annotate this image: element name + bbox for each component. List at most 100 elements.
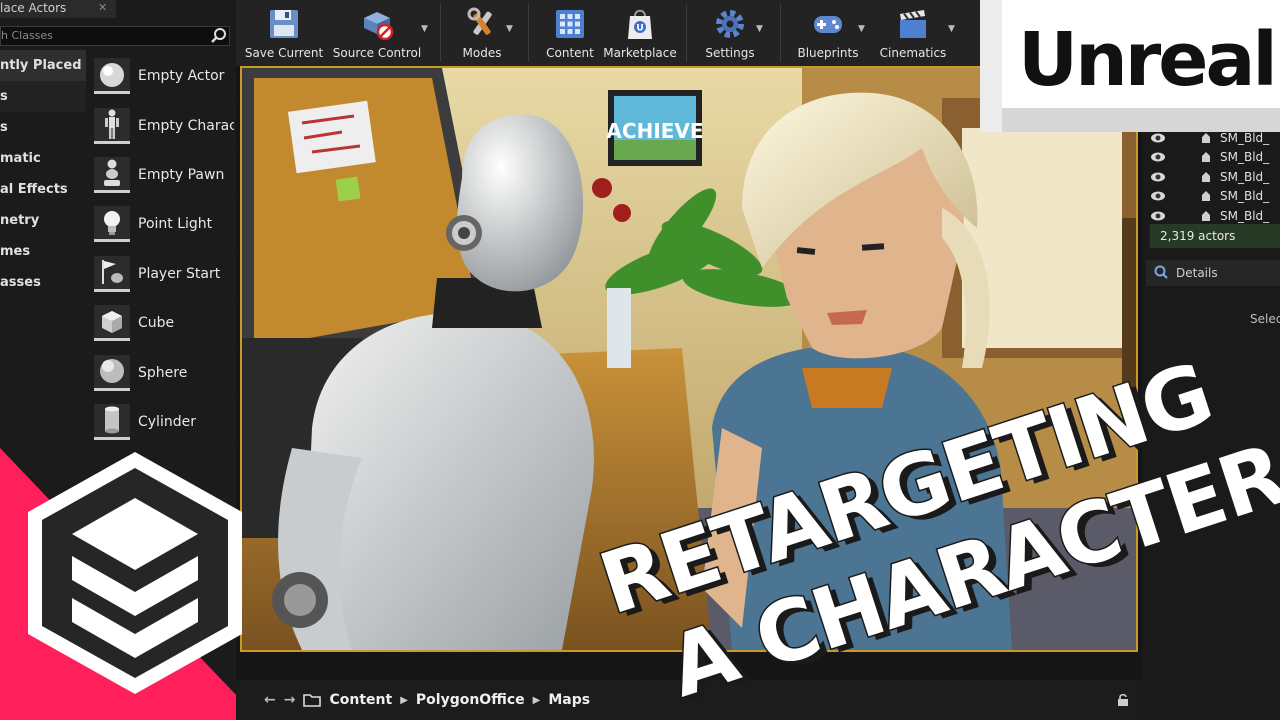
- breadcrumb: ← → Content ▶ PolygonOffice ▶ Maps: [264, 688, 590, 712]
- toolbar-separator: [780, 4, 781, 62]
- folder-icon: [303, 694, 322, 707]
- category-recently-placed[interactable]: ntly Placed: [0, 50, 86, 81]
- sphere-thumb-icon: [94, 58, 130, 95]
- settings-button[interactable]: Settings: [698, 0, 762, 66]
- source-control-button[interactable]: Source Control: [332, 0, 422, 66]
- outliner-row[interactable]: SM_Bld_: [1150, 206, 1280, 226]
- settings-label: Settings: [705, 46, 755, 60]
- back-arrow-icon[interactable]: ←: [264, 692, 276, 708]
- actor-item-label: Point Light: [138, 216, 213, 233]
- eye-icon[interactable]: [1150, 152, 1166, 162]
- static-mesh-icon: [1202, 152, 1210, 163]
- breadcrumb-item-content[interactable]: Content: [329, 692, 392, 708]
- category-cinematic[interactable]: matic: [0, 143, 86, 174]
- outliner-row-label: SM_Bld_: [1220, 169, 1270, 184]
- toolbar-separator: [440, 4, 441, 62]
- content-grid-icon: [556, 10, 584, 38]
- svg-text:U: U: [636, 24, 643, 34]
- actor-item-label: Cube: [138, 315, 175, 332]
- settings-dropdown-icon[interactable]: ▼: [756, 24, 763, 34]
- outliner-row[interactable]: SM_Bld_: [1150, 167, 1280, 187]
- actor-item-sphere[interactable]: Sphere: [88, 348, 234, 398]
- forward-arrow-icon[interactable]: →: [284, 692, 296, 708]
- close-icon[interactable]: ✕: [98, 1, 107, 14]
- modes-dropdown-icon[interactable]: ▼: [506, 24, 513, 34]
- save-current-button[interactable]: Save Current: [244, 0, 324, 66]
- search-classes-input[interactable]: h Classes: [0, 26, 230, 46]
- actor-item-empty-character[interactable]: Empty Charac: [88, 101, 234, 151]
- save-current-label: Save Current: [244, 46, 324, 60]
- eye-icon[interactable]: [1150, 172, 1166, 182]
- cylinder-icon: [94, 403, 130, 440]
- actor-item-label: Player Start: [138, 265, 221, 282]
- actor-item-label: Cylinder: [138, 413, 196, 430]
- category-list: ntly Placed s s matic al Effects netry m…: [0, 50, 86, 298]
- eye-icon[interactable]: [1150, 191, 1166, 201]
- outliner-row[interactable]: SM_Bld_: [1150, 148, 1280, 168]
- category-visual-effects[interactable]: al Effects: [0, 174, 86, 205]
- details-hint: Selec: [1250, 312, 1280, 326]
- static-mesh-icon: [1202, 191, 1210, 202]
- cinematics-button[interactable]: Cinematics: [878, 0, 948, 66]
- modes-button[interactable]: Modes: [452, 0, 512, 66]
- sphere-icon: [94, 354, 130, 391]
- chevron-right-icon: ▶: [532, 694, 541, 706]
- tools-icon: [467, 7, 492, 35]
- toolbar-separator: [528, 4, 529, 62]
- cinematics-dropdown-icon[interactable]: ▼: [948, 24, 955, 34]
- breadcrumb-item-polygonoffice[interactable]: PolygonOffice: [416, 692, 525, 708]
- actor-item-cube[interactable]: Cube: [88, 299, 234, 349]
- blueprints-button[interactable]: Blueprints: [794, 0, 862, 66]
- toolbar-separator: [686, 4, 687, 62]
- cube-icon: [94, 305, 130, 342]
- pawn-thumb-icon: [94, 156, 130, 193]
- content-label: Content: [546, 46, 594, 60]
- poster-text: ACHIEVE: [606, 119, 703, 143]
- source-control-dropdown-icon[interactable]: ▼: [421, 24, 428, 34]
- actor-list: Empty Actor Empty Charac Empty Pawn Poin…: [88, 52, 234, 448]
- outliner-row-label: SM_Bld_: [1220, 189, 1270, 204]
- source-control-icon: [364, 12, 394, 41]
- blueprints-dropdown-icon[interactable]: ▼: [858, 24, 865, 34]
- outliner-row-label: SM_Bld_: [1220, 208, 1270, 223]
- clapperboard-icon: [900, 10, 926, 38]
- eye-icon[interactable]: [1150, 133, 1166, 143]
- light-bulb-icon: [94, 206, 130, 243]
- brand-logo-icon: [28, 452, 242, 694]
- magnifier-icon: [1154, 265, 1168, 279]
- floppy-disk-icon: [270, 10, 298, 38]
- outliner-row-label: SM_Bld_: [1220, 130, 1270, 145]
- actor-count-status: 2,319 actors: [1150, 224, 1280, 248]
- actor-item-point-light[interactable]: Point Light: [88, 200, 234, 250]
- static-mesh-icon: [1202, 210, 1210, 221]
- actor-item-label: Empty Actor: [138, 68, 225, 85]
- blueprints-label: Blueprints: [797, 46, 859, 60]
- static-mesh-icon: [1202, 171, 1210, 182]
- category-geometry[interactable]: netry: [0, 205, 86, 236]
- category-lights[interactable]: s: [0, 112, 86, 143]
- modes-label: Modes: [462, 46, 502, 60]
- cinematics-label: Cinematics: [879, 46, 947, 60]
- actor-item-empty-actor[interactable]: Empty Actor: [88, 52, 234, 102]
- actor-item-empty-pawn[interactable]: Empty Pawn: [88, 151, 234, 201]
- category-basic[interactable]: s: [0, 81, 86, 112]
- static-mesh-icon: [1202, 132, 1210, 143]
- eye-icon[interactable]: [1150, 211, 1166, 221]
- search-icon[interactable]: [210, 27, 228, 45]
- shopping-bag-icon: U: [628, 9, 652, 39]
- gear-icon: [716, 10, 744, 38]
- outliner-row[interactable]: SM_Bld_: [1150, 187, 1280, 207]
- gamepad-icon: [814, 16, 842, 33]
- mannequin-thumb-icon: [94, 107, 130, 144]
- chevron-right-icon: ▶: [400, 694, 408, 706]
- content-button[interactable]: Content: [540, 0, 600, 66]
- actor-item-player-start[interactable]: Player Start: [88, 250, 234, 299]
- marketplace-button[interactable]: U Marketplace: [603, 0, 677, 66]
- world-outliner-list: SM_Bld_ SM_Bld_ SM_Bld_ SM_Bld_ SM_Bld_: [1150, 128, 1280, 226]
- flag-icon: [94, 255, 130, 292]
- source-control-label: Source Control: [332, 46, 422, 60]
- category-all-classes[interactable]: asses: [0, 267, 86, 298]
- outliner-row-label: SM_Bld_: [1220, 150, 1270, 165]
- category-volumes[interactable]: mes: [0, 236, 86, 267]
- actor-item-label: Empty Charac: [138, 117, 234, 134]
